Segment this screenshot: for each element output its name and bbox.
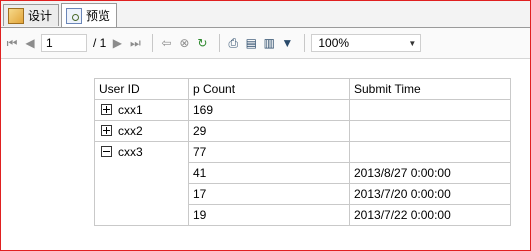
page-count: / 1 [93, 36, 107, 50]
table-row: 17 2013/7/20 0:00:00 [94, 183, 511, 205]
zoom-select[interactable]: 100% ▼ [311, 34, 422, 52]
design-icon [8, 7, 24, 24]
empty-cell [349, 120, 511, 142]
report-table: User ID p Count Submit Time cxx1 169 cxx… [94, 78, 511, 226]
toolbar-separator [219, 34, 221, 52]
first-page-icon[interactable]: ⏮ [5, 34, 19, 52]
report-toolbar: ⏮ ◀ / 1 ▶ ⏭ ⇦ ⊗ ↻ ⎙ ▤ ▥ ▼ 100% ▼ [1, 28, 530, 59]
expand-icon[interactable] [101, 104, 112, 115]
tab-strip: 设计 预览 [1, 1, 530, 28]
print-icon[interactable]: ⎙ [226, 34, 240, 52]
table-row: 41 2013/8/27 0:00:00 [94, 162, 511, 184]
user-id: cxx1 [118, 103, 143, 117]
empty-cell [349, 141, 511, 163]
group-count: 29 [188, 120, 350, 142]
stop-icon[interactable]: ⊗ [177, 34, 191, 52]
table-row: cxx1 169 [94, 99, 511, 121]
tab-preview[interactable]: 预览 [61, 3, 118, 27]
detail-count: 17 [188, 183, 350, 205]
tab-design[interactable]: 设计 [3, 4, 60, 26]
chevron-down-icon: ▼ [408, 38, 417, 48]
header-p-count: p Count [188, 78, 350, 100]
detail-time: 2013/8/27 0:00:00 [349, 162, 511, 184]
toolbar-separator [152, 34, 154, 52]
group-cell: cxx2 [94, 120, 189, 142]
tab-preview-label: 预览 [86, 9, 111, 23]
user-id: cxx3 [118, 145, 143, 160]
toolbar-separator [304, 34, 306, 52]
group-count: 169 [188, 99, 350, 121]
page-number-input[interactable] [41, 34, 87, 52]
user-id: cxx2 [118, 124, 143, 138]
zoom-value: 100% [318, 36, 350, 50]
page-setup-icon[interactable]: ▥ [262, 34, 276, 52]
table-header-row: User ID p Count Submit Time [94, 78, 511, 100]
empty-cell [94, 162, 189, 184]
expand-icon[interactable] [101, 125, 112, 136]
detail-count: 41 [188, 162, 350, 184]
prev-page-icon[interactable]: ◀ [23, 34, 37, 52]
empty-cell [94, 183, 189, 205]
tab-design-label: 设计 [28, 9, 53, 23]
empty-cell [349, 99, 511, 121]
refresh-icon[interactable]: ↻ [195, 34, 209, 52]
table-row: 19 2013/7/22 0:00:00 [94, 204, 511, 226]
table-row: cxx2 29 [94, 120, 511, 142]
detail-count: 19 [188, 204, 350, 226]
collapse-icon[interactable] [101, 146, 112, 158]
header-user-id: User ID [94, 78, 189, 100]
next-page-icon[interactable]: ▶ [110, 34, 124, 52]
group-cell: cxx3 [94, 141, 189, 163]
table-row: cxx3 77 [94, 141, 511, 163]
back-icon[interactable]: ⇦ [159, 34, 173, 52]
group-cell: cxx1 [94, 99, 189, 121]
empty-cell [94, 204, 189, 226]
detail-time: 2013/7/20 0:00:00 [349, 183, 511, 205]
export-icon[interactable]: ▼ [280, 34, 294, 52]
preview-icon [66, 7, 82, 24]
page-layout-icon[interactable]: ▤ [244, 34, 258, 52]
group-count: 77 [188, 141, 350, 163]
header-submit-time: Submit Time [349, 78, 511, 100]
detail-time: 2013/7/22 0:00:00 [349, 204, 511, 226]
last-page-icon[interactable]: ⏭ [128, 34, 142, 52]
